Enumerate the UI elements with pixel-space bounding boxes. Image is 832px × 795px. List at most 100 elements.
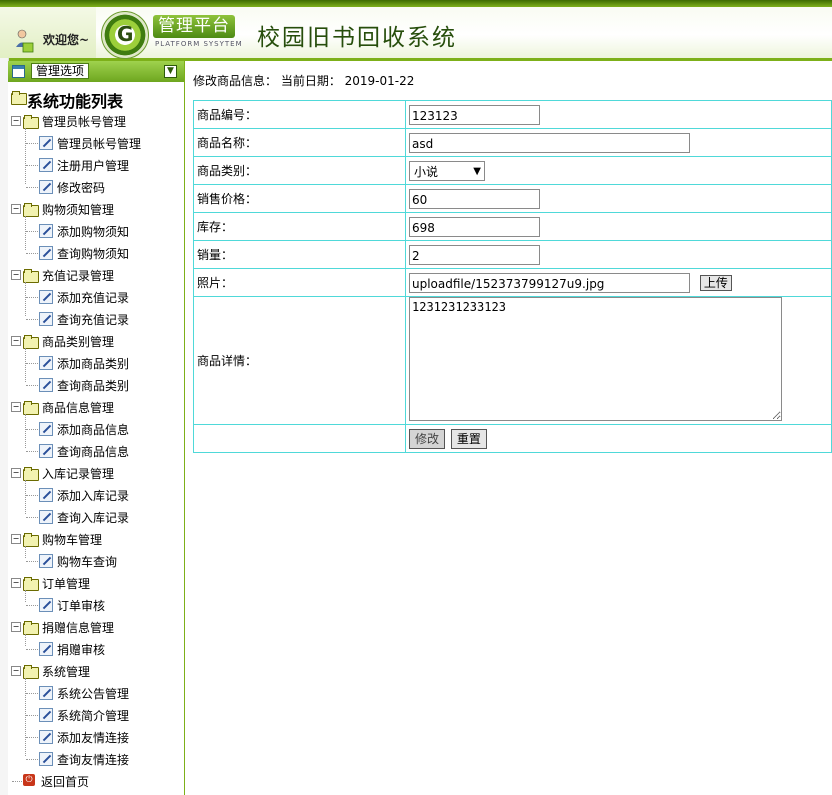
- tree-group-6[interactable]: − 购物车管理: [8, 528, 184, 550]
- category-select[interactable]: 小说 ▼: [409, 160, 485, 181]
- edit-page-icon: [39, 730, 53, 744]
- tree-group-3[interactable]: − 商品类别管理: [8, 330, 184, 352]
- edit-page-icon: [39, 312, 53, 326]
- home-link-label: 返回首页: [41, 775, 90, 789]
- collapse-minus-icon[interactable]: −: [11, 666, 21, 676]
- tree-item[interactable]: 添加商品类别: [8, 352, 184, 374]
- collapse-minus-icon[interactable]: −: [11, 578, 21, 588]
- detail-textarea[interactable]: 1231231233123: [409, 297, 782, 421]
- tree-group-2[interactable]: − 充值记录管理: [8, 264, 184, 286]
- tree-item[interactable]: 添加友情连接: [8, 726, 184, 748]
- tree-item-label: 系统简介管理: [57, 709, 130, 723]
- tree-item[interactable]: 添加商品信息: [8, 418, 184, 440]
- actions-spacer: [193, 424, 406, 453]
- tree-item[interactable]: 添加充值记录: [8, 286, 184, 308]
- edit-page-icon: [39, 224, 53, 238]
- collapse-minus-icon[interactable]: −: [11, 336, 21, 346]
- tree-item-label: 系统公告管理: [57, 687, 130, 701]
- form-row-code: 商品编号： 123123: [193, 100, 832, 129]
- category-selected: 小说: [414, 164, 439, 179]
- tree-group-4[interactable]: − 商品信息管理: [8, 396, 184, 418]
- tree-item[interactable]: 系统公告管理: [8, 682, 184, 704]
- tree-item-label: 添加商品信息: [57, 423, 130, 437]
- collapse-minus-icon[interactable]: −: [11, 204, 21, 214]
- tree-group-9[interactable]: − 系统管理: [8, 660, 184, 682]
- sales-cell: 2: [405, 240, 832, 269]
- collapse-minus-icon[interactable]: −: [11, 468, 21, 478]
- edit-page-icon: [39, 378, 53, 392]
- header-user-area: 欢迎您~: [0, 7, 96, 58]
- form-row-sales: 销量： 2: [193, 240, 832, 269]
- detail-cell: 1231231233123: [405, 296, 832, 425]
- tree-item[interactable]: 添加入库记录: [8, 484, 184, 506]
- tree-home-link[interactable]: ⏻ 返回首页: [8, 770, 184, 792]
- reset-button[interactable]: 重置: [450, 428, 487, 449]
- edit-page-icon: [39, 708, 53, 722]
- tree-item[interactable]: 修改密码: [8, 176, 184, 198]
- collapse-minus-icon[interactable]: −: [11, 402, 21, 412]
- tree-item-label: 添加入库记录: [57, 489, 130, 503]
- header-top-strip: [0, 0, 832, 7]
- sales-input[interactable]: 2: [409, 244, 540, 265]
- tree-group-5[interactable]: − 入库记录管理: [8, 462, 184, 484]
- tree-group-label: 系统管理: [42, 665, 91, 679]
- category-cell: 小说 ▼: [405, 156, 832, 185]
- tree-item[interactable]: 系统简介管理: [8, 704, 184, 726]
- collapse-minus-icon[interactable]: −: [11, 622, 21, 632]
- page-breadcrumb: 修改商品信息： 当前日期： 2019-01-22: [193, 74, 415, 88]
- tree-item[interactable]: 查询购物须知: [8, 242, 184, 264]
- form-row-price: 销售价格： 60: [193, 184, 832, 213]
- edit-page-icon: [39, 598, 53, 612]
- code-input[interactable]: 123123: [409, 104, 540, 125]
- tree-group-label: 订单管理: [42, 577, 91, 591]
- tree-branch-line: [26, 649, 38, 650]
- tree-branch-line: [12, 781, 22, 782]
- photo-input[interactable]: uploadfile/152373799127u9.jpg: [409, 272, 690, 293]
- name-input[interactable]: asd: [409, 132, 690, 153]
- price-label: 销售价格：: [193, 184, 406, 213]
- price-input[interactable]: 60: [409, 188, 540, 209]
- tree-item[interactable]: 捐赠审核: [8, 638, 184, 660]
- stock-label: 库存：: [193, 212, 406, 241]
- tree-root-label: 系统功能列表: [27, 92, 124, 111]
- tree-group-label: 商品类别管理: [42, 335, 115, 349]
- sales-label: 销量：: [193, 240, 406, 269]
- tree-group-label: 购物车管理: [42, 533, 103, 547]
- edit-page-icon: [39, 290, 53, 304]
- tree-item-label: 查询充值记录: [57, 313, 130, 327]
- tree-group-1[interactable]: − 购物须知管理: [8, 198, 184, 220]
- folder-open-icon: [11, 91, 27, 105]
- price-cell: 60: [405, 184, 832, 213]
- tree-item[interactable]: 添加购物须知: [8, 220, 184, 242]
- tree-group-0[interactable]: − 管理员帐号管理: [8, 110, 184, 132]
- collapse-minus-icon[interactable]: −: [11, 534, 21, 544]
- sidebar-header-label[interactable]: 管理选项: [31, 63, 90, 79]
- tree-item[interactable]: 购物车查询: [8, 550, 184, 572]
- edit-page-icon: [39, 444, 53, 458]
- tree-group-7[interactable]: − 订单管理: [8, 572, 184, 594]
- form-row-actions: 修改 重置: [193, 424, 832, 453]
- tree-item[interactable]: 查询充值记录: [8, 308, 184, 330]
- tree-branch-line: [26, 715, 38, 716]
- edit-page-icon: [39, 488, 53, 502]
- tree-item[interactable]: 查询入库记录: [8, 506, 184, 528]
- tree-item[interactable]: 查询商品类别: [8, 374, 184, 396]
- stock-input[interactable]: 698: [409, 216, 540, 237]
- tree-branch-line: [26, 517, 38, 518]
- collapse-arrow-icon[interactable]: ▼: [164, 65, 177, 78]
- form-row-stock: 库存： 698: [193, 212, 832, 241]
- tree-item[interactable]: 查询友情连接: [8, 748, 184, 770]
- tree-item[interactable]: 订单审核: [8, 594, 184, 616]
- collapse-minus-icon[interactable]: −: [11, 116, 21, 126]
- platform-badge: 管理平台: [153, 15, 235, 38]
- tree-group-label: 充值记录管理: [42, 269, 115, 283]
- tree-branch-line: [26, 495, 38, 496]
- upload-button[interactable]: 上传: [699, 274, 732, 291]
- tree-item[interactable]: 管理员帐号管理: [8, 132, 184, 154]
- welcome-text: 欢迎您~: [43, 33, 90, 47]
- tree-item[interactable]: 查询商品信息: [8, 440, 184, 462]
- submit-button[interactable]: 修改: [409, 428, 446, 449]
- tree-item[interactable]: 注册用户管理: [8, 154, 184, 176]
- collapse-minus-icon[interactable]: −: [11, 270, 21, 280]
- tree-group-8[interactable]: − 捐赠信息管理: [8, 616, 184, 638]
